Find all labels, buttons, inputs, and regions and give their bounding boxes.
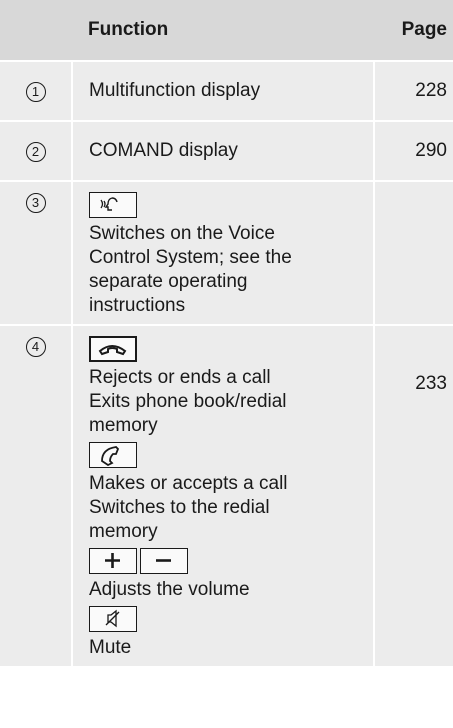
end-call-key-icon: [89, 336, 137, 362]
function-text: COMAND display: [71, 121, 375, 182]
accept-call-line: memory: [89, 521, 158, 542]
page-number: 233: [374, 325, 453, 668]
table-row: 2 COMAND display 290: [0, 121, 453, 182]
row-number: 1: [25, 82, 46, 102]
volume-line: Adjusts the volume: [89, 579, 250, 600]
volume-plus-key-icon: [89, 548, 137, 574]
table-row: 4 Rejects or ends a call Exits phone boo…: [0, 325, 453, 668]
row-number: 3: [25, 193, 46, 213]
function-text: Multifunction display: [71, 61, 375, 122]
table-row: 3 Switches on the Voice Control System; …: [0, 181, 453, 326]
page-number: 228: [374, 61, 453, 122]
table-header-row: Function Page: [0, 0, 453, 62]
voice-line: separate operating: [89, 271, 248, 292]
accept-call-line: Switches to the redial: [89, 497, 270, 518]
end-call-line: Exits phone book/redial: [89, 391, 287, 412]
voice-control-key-icon: [89, 192, 137, 218]
function-table: Function Page 1 Multifunction display 22…: [0, 0, 453, 668]
table-row: 1 Multifunction display 228: [0, 61, 453, 122]
header-page: Page: [374, 0, 453, 62]
voice-line: Switches on the Voice: [89, 223, 275, 244]
volume-minus-key-icon: [140, 548, 188, 574]
row-number: 2: [25, 142, 46, 162]
header-number: [0, 0, 72, 62]
header-function: Function: [72, 0, 374, 62]
end-call-line: memory: [89, 415, 158, 436]
row-number: 4: [25, 337, 46, 357]
accept-call-line: Makes or accepts a call: [89, 473, 288, 494]
page-number: 290: [374, 121, 453, 182]
voice-line: instructions: [89, 295, 186, 316]
voice-line: Control System; see the: [89, 247, 292, 268]
mute-line: Mute: [89, 637, 132, 658]
end-call-line: Rejects or ends a call: [89, 367, 271, 388]
accept-call-key-icon: [89, 442, 137, 468]
mute-key-icon: [89, 606, 137, 632]
